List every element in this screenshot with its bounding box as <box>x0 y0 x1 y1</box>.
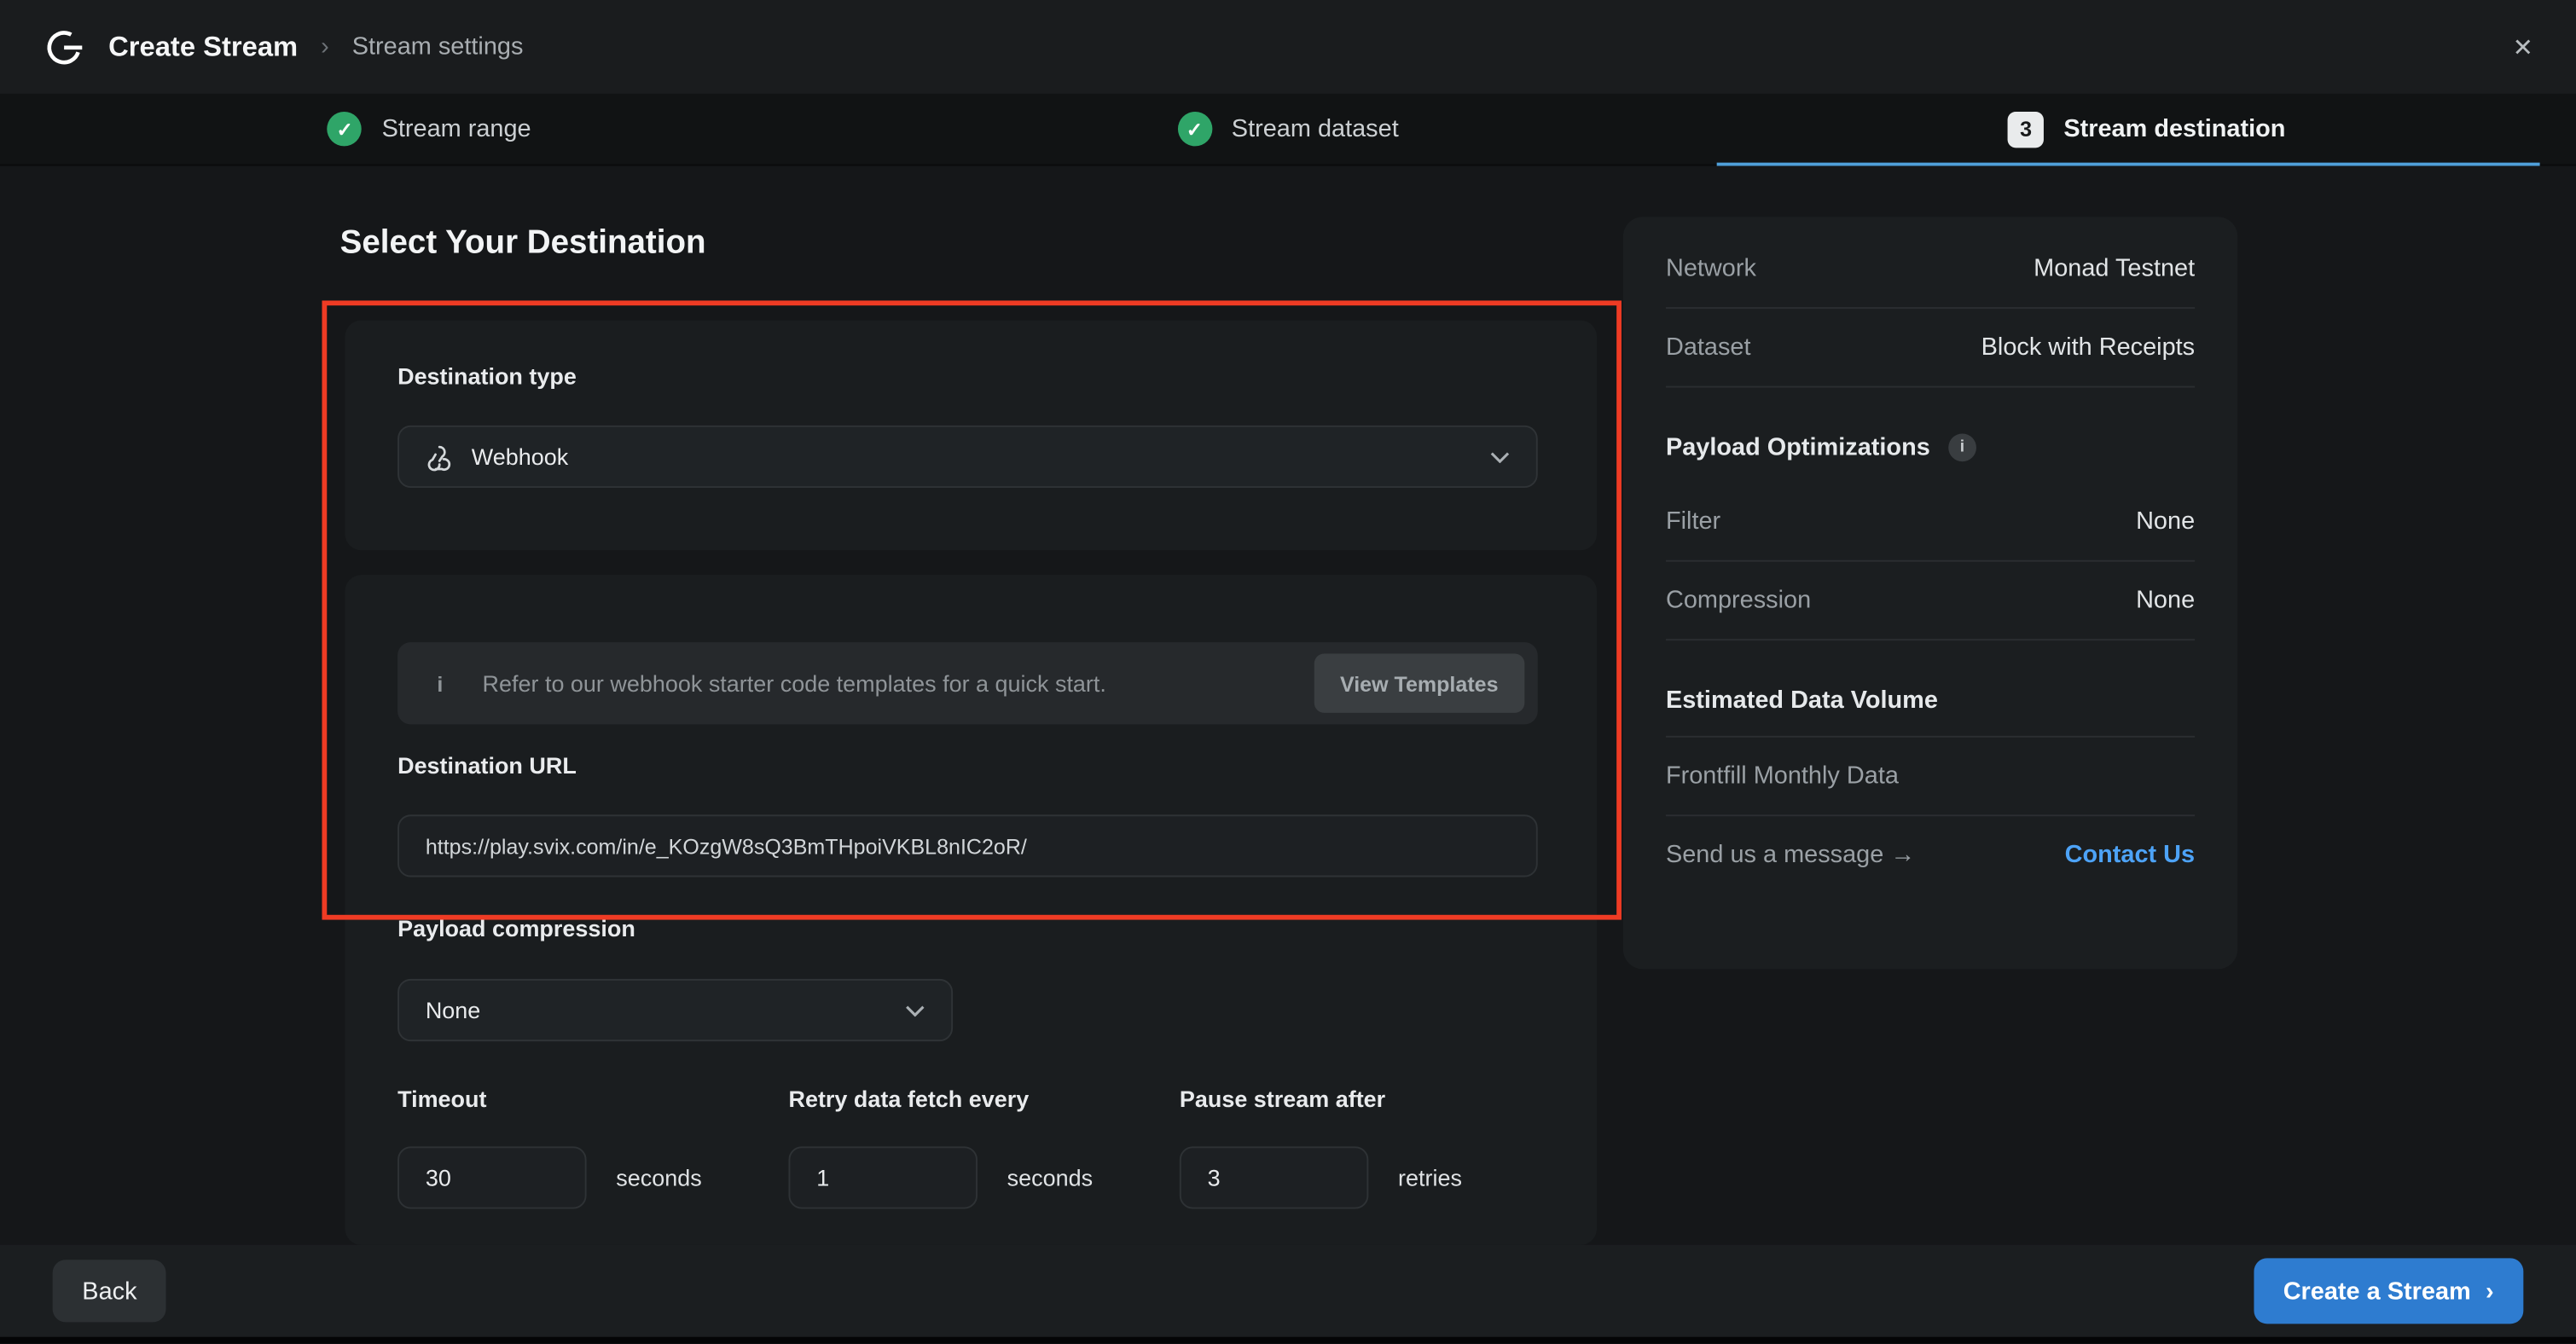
info-icon: i <box>437 671 443 696</box>
close-icon[interactable]: ✕ <box>2513 32 2533 62</box>
payload-optimizations-title: Payload Optimizations i <box>1666 388 2195 484</box>
destination-type-card: Destination type Webhook <box>345 321 1597 551</box>
timeout-label: Timeout <box>397 1086 486 1112</box>
row-value: Block with Receipts <box>1981 333 2196 362</box>
row-label: Dataset <box>1666 333 1751 362</box>
step-stream-destination[interactable]: 3 Stream destination <box>1717 94 2576 165</box>
row-value: None <box>2136 507 2195 536</box>
stepper-bar: ✓ Stream range ✓ Stream dataset 3 Stream… <box>0 94 2576 166</box>
chevron-down-icon <box>1490 451 1510 462</box>
footer-bar: Back Create a Stream › <box>0 1245 2576 1337</box>
app-logo-icon <box>43 26 85 68</box>
header-bar: Create Stream › Stream settings ✕ <box>0 0 2576 94</box>
chevron-right-icon: › <box>2486 1277 2494 1305</box>
back-button[interactable]: Back <box>53 1260 167 1322</box>
pause-input[interactable] <box>1180 1146 1368 1208</box>
info-icon[interactable]: i <box>1948 433 1976 461</box>
row-value: Monad Testnet <box>2034 255 2195 283</box>
webhook-config-card: i Refer to our webhook starter code temp… <box>345 575 1597 1245</box>
step-stream-range[interactable]: ✓ Stream range <box>0 94 859 165</box>
create-stream-label: Create a Stream <box>2283 1277 2471 1305</box>
payload-compression-select[interactable]: None <box>397 979 953 1041</box>
step-number-badge: 3 <box>2008 111 2044 147</box>
destination-type-select[interactable]: Webhook <box>397 426 1538 488</box>
destination-type-value: Webhook <box>472 443 568 470</box>
section-title-text: Payload Optimizations <box>1666 433 1930 461</box>
webhook-icon <box>426 443 454 471</box>
summary-row-network: Network Monad Testnet <box>1666 230 2195 309</box>
step-stream-dataset[interactable]: ✓ Stream dataset <box>859 94 1718 165</box>
check-icon: ✓ <box>1177 112 1211 146</box>
banner-text: Refer to our webhook starter code templa… <box>483 670 1106 697</box>
summary-row-dataset: Dataset Block with Receipts <box>1666 309 2195 387</box>
create-stream-window: Create Stream › Stream settings ✕ ✓ Stre… <box>0 0 2576 1343</box>
check-icon: ✓ <box>328 112 362 146</box>
step-label: Stream dataset <box>1232 115 1399 143</box>
row-label: Network <box>1666 255 1756 283</box>
step-label: Stream range <box>382 115 531 143</box>
breadcrumb: Stream settings <box>352 33 524 61</box>
destination-type-label: Destination type <box>397 363 577 390</box>
timeout-input[interactable] <box>397 1146 586 1208</box>
templates-info-banner: i Refer to our webhook starter code temp… <box>397 642 1538 724</box>
row-value: None <box>2136 587 2195 615</box>
breadcrumb-chevron-icon: › <box>321 33 329 61</box>
retry-unit: seconds <box>1007 1165 1093 1191</box>
summary-row-compression: Compression None <box>1666 562 2195 640</box>
pause-unit: retries <box>1398 1165 1462 1191</box>
page-title: Create Stream <box>108 31 298 64</box>
window-bottom-strip <box>0 1337 2576 1344</box>
destination-url-input[interactable] <box>397 814 1538 877</box>
row-label: Frontfill Monthly Data <box>1666 762 1899 791</box>
section-heading: Select Your Destination <box>340 225 706 263</box>
active-step-underline <box>1717 163 2539 166</box>
row-label: Filter <box>1666 507 1720 536</box>
step-label: Stream destination <box>2063 115 2285 143</box>
summary-row-filter: Filter None <box>1666 483 2195 561</box>
chevron-down-icon <box>905 1005 925 1016</box>
summary-row-frontfill: Frontfill Monthly Data <box>1666 738 2195 816</box>
contact-us-link[interactable]: Contact Us <box>2065 841 2196 869</box>
summary-row-contact: Send us a message → Contact Us <box>1666 816 2195 894</box>
stream-summary-panel: Network Monad Testnet Dataset Block with… <box>1623 217 2237 969</box>
view-templates-button[interactable]: View Templates <box>1314 654 1524 713</box>
timeout-unit: seconds <box>616 1165 701 1191</box>
retry-label: Retry data fetch every <box>788 1086 1029 1112</box>
section-title-text: Estimated Data Volume <box>1666 686 1938 715</box>
row-label: Compression <box>1666 587 1811 615</box>
destination-url-label: Destination URL <box>397 752 577 779</box>
contact-label: Send us a message → <box>1666 841 1915 869</box>
payload-compression-label: Payload compression <box>397 915 635 941</box>
pause-label: Pause stream after <box>1180 1086 1385 1112</box>
payload-compression-value: None <box>426 997 480 1023</box>
estimated-data-volume-title: Estimated Data Volume <box>1666 640 2195 738</box>
retry-input[interactable] <box>788 1146 977 1208</box>
create-stream-button[interactable]: Create a Stream › <box>2254 1258 2523 1324</box>
